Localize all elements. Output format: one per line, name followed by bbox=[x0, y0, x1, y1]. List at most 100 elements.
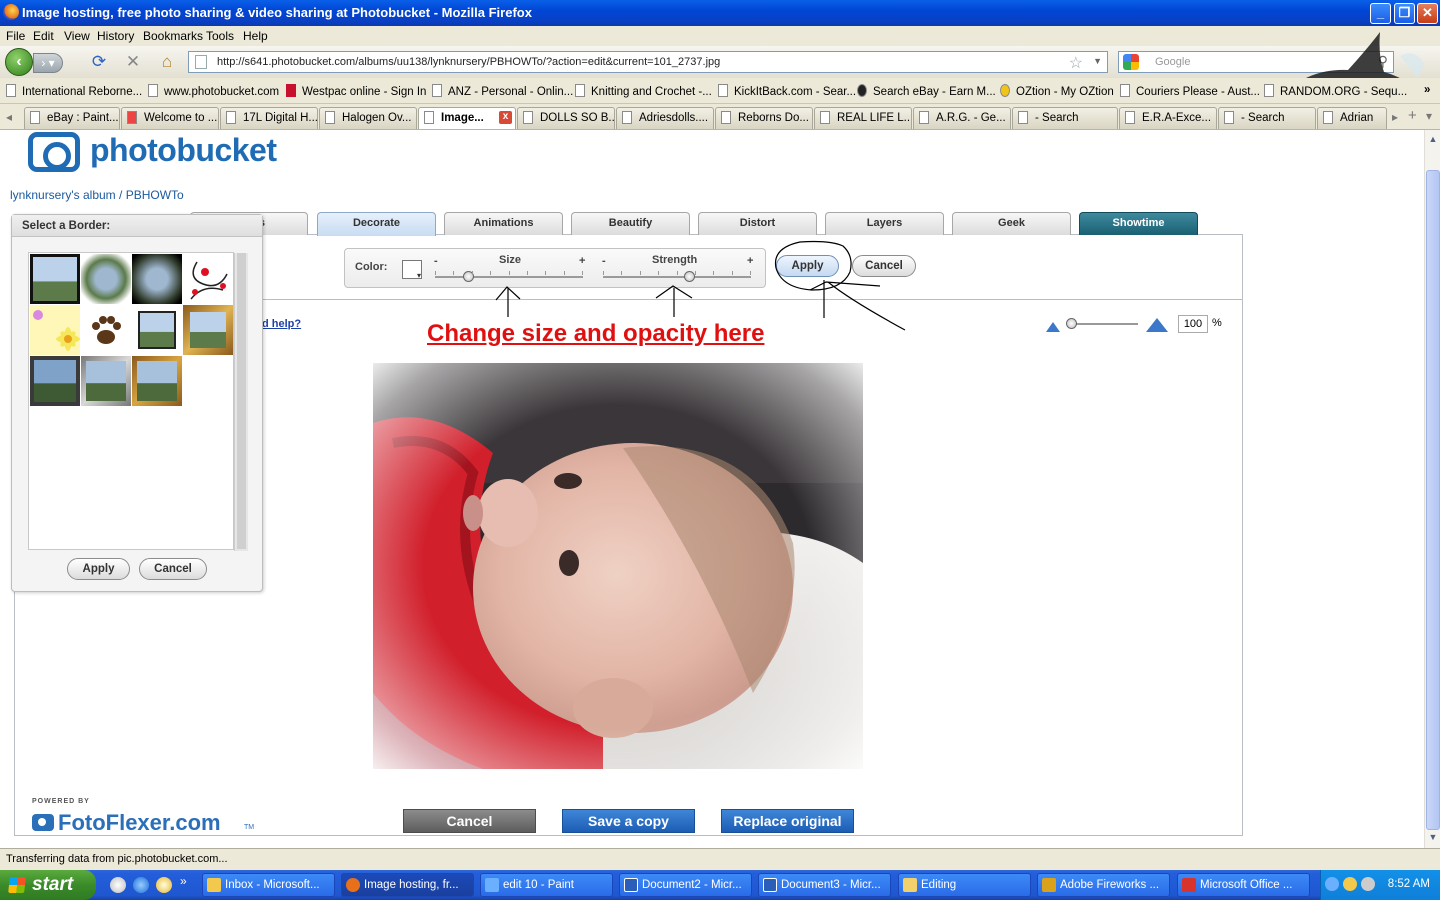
menu-bookmarks[interactable]: Bookmarks bbox=[143, 29, 203, 43]
border-option-black-corners[interactable] bbox=[132, 305, 182, 355]
quicklaunch-outlook-icon[interactable] bbox=[156, 877, 172, 893]
browser-tab[interactable]: 17L Digital H... bbox=[220, 107, 318, 129]
zoom-slider-track[interactable] bbox=[1068, 323, 1138, 325]
tab-showtime[interactable]: Showtime bbox=[1079, 212, 1198, 235]
tab-distort[interactable]: Distort bbox=[698, 212, 817, 235]
fotoflexer-logo[interactable]: POWERED BY FotoFlexer.com TM bbox=[32, 798, 254, 835]
bookmark-item[interactable]: ANZ - Personal - Onlin... bbox=[432, 84, 573, 98]
border-option-floral-swirl[interactable] bbox=[183, 254, 233, 304]
taskbar-item-fireworks[interactable]: Adobe Fireworks ... bbox=[1037, 873, 1170, 897]
border-option-bronze-frame[interactable] bbox=[132, 356, 182, 406]
menu-tools[interactable]: Tools bbox=[206, 29, 234, 43]
border-option-dark-frame[interactable] bbox=[30, 356, 80, 406]
save-copy-button[interactable]: Save a copy bbox=[562, 809, 695, 833]
restore-button[interactable]: ❐ bbox=[1394, 3, 1415, 24]
browser-tab-active[interactable]: Image... x bbox=[418, 107, 516, 129]
zoom-slider-knob[interactable] bbox=[1066, 318, 1077, 329]
replace-original-button[interactable]: Replace original bbox=[721, 809, 854, 833]
back-button[interactable]: ‹ bbox=[5, 48, 33, 76]
minimize-button[interactable]: _ bbox=[1370, 3, 1391, 24]
close-button[interactable]: ✕ bbox=[1417, 3, 1438, 24]
strength-slider[interactable] bbox=[603, 271, 751, 282]
taskbar-item-paint[interactable]: edit 10 - Paint bbox=[480, 873, 613, 897]
zoom-out-icon[interactable] bbox=[1046, 322, 1060, 332]
bookmark-item[interactable]: KickItBack.com - Sear... bbox=[718, 84, 856, 98]
bookmark-item[interactable]: Couriers Please - Aust... bbox=[1120, 84, 1260, 98]
scrollbar-thumb[interactable] bbox=[1426, 170, 1440, 830]
border-grid-scrollbar[interactable] bbox=[234, 253, 248, 551]
reload-icon[interactable]: ⟳ bbox=[88, 52, 110, 72]
stop-icon[interactable]: ✕ bbox=[122, 52, 144, 72]
tray-volume-icon[interactable] bbox=[1361, 877, 1375, 891]
bookmark-item[interactable]: RANDOM.ORG - Sequ... bbox=[1264, 84, 1407, 98]
need-help-link[interactable]: d help? bbox=[262, 318, 301, 330]
tab-decorate[interactable]: Decorate bbox=[317, 212, 436, 236]
taskbar-item-editing-folder[interactable]: Editing bbox=[898, 873, 1031, 897]
taskbar-item-office[interactable]: Microsoft Office ... bbox=[1177, 873, 1310, 897]
browser-tab[interactable]: REAL LIFE L... bbox=[814, 107, 912, 129]
bookmark-star-icon[interactable]: ☆ bbox=[1069, 53, 1083, 73]
border-panel-apply-button[interactable]: Apply bbox=[67, 558, 130, 580]
quicklaunch-ie-icon[interactable] bbox=[133, 877, 149, 893]
border-option-dark-vignette[interactable] bbox=[132, 254, 182, 304]
taskbar-item-document3[interactable]: Document3 - Micr... bbox=[758, 873, 891, 897]
scroll-down-icon[interactable]: ▼ bbox=[1427, 832, 1439, 844]
apply-border-button[interactable]: Apply bbox=[776, 255, 839, 277]
quicklaunch-desktop-icon[interactable] bbox=[110, 877, 126, 893]
baby-photo-canvas[interactable] bbox=[373, 363, 863, 769]
border-option-black-frame[interactable] bbox=[30, 254, 80, 304]
page-scrollbar[interactable]: ▲ ▼ bbox=[1424, 130, 1440, 848]
start-button[interactable]: start bbox=[0, 870, 96, 900]
home-icon[interactable]: ⌂ bbox=[156, 52, 178, 72]
border-option-paw-print[interactable] bbox=[81, 305, 131, 355]
browser-tab[interactable]: eBay : Paint... bbox=[24, 107, 120, 129]
bookmark-item[interactable]: Knitting and Crochet -... bbox=[575, 84, 712, 98]
browser-tab[interactable]: Adriesdolls.... bbox=[616, 107, 714, 129]
taskbar-item-firefox[interactable]: Image hosting, fr... bbox=[341, 873, 474, 897]
cancel-border-button[interactable]: Cancel bbox=[852, 255, 916, 277]
breadcrumb-folder-link[interactable]: PBHOWTo bbox=[126, 188, 184, 202]
menu-help[interactable]: Help bbox=[243, 29, 268, 43]
tab-list-icon[interactable]: ▾ bbox=[1426, 109, 1432, 123]
tab-beautify[interactable]: Beautify bbox=[571, 212, 690, 235]
tray-expand-icon[interactable] bbox=[1325, 877, 1339, 891]
zoom-in-icon[interactable] bbox=[1146, 318, 1168, 332]
browser-tab[interactable]: - Search bbox=[1012, 107, 1118, 129]
bookmark-item[interactable]: www.photobucket.com bbox=[148, 84, 279, 98]
breadcrumb-album-link[interactable]: lynknursery's album bbox=[10, 188, 116, 202]
menu-file[interactable]: File bbox=[6, 29, 25, 43]
menu-edit[interactable]: Edit bbox=[33, 29, 54, 43]
url-bar[interactable]: http://s641.photobucket.com/albums/uu138… bbox=[188, 51, 1108, 73]
border-option-gold-frame[interactable] bbox=[183, 305, 233, 355]
bookmark-item[interactable]: International Reborne... bbox=[6, 84, 142, 98]
tab-geek[interactable]: Geek bbox=[952, 212, 1071, 235]
quicklaunch-overflow-icon[interactable]: » bbox=[180, 874, 187, 888]
url-dropdown-icon[interactable]: ▼ bbox=[1093, 56, 1102, 66]
browser-tab[interactable]: - Search bbox=[1218, 107, 1316, 129]
browser-tab[interactable]: Halogen Ov... bbox=[319, 107, 417, 129]
new-tab-icon[interactable]: + bbox=[1408, 107, 1417, 124]
menu-history[interactable]: History bbox=[97, 29, 134, 43]
taskbar-item-inbox[interactable]: Inbox - Microsoft... bbox=[202, 873, 335, 897]
border-option-silver-frame[interactable] bbox=[81, 356, 131, 406]
browser-tab[interactable]: Adrian bbox=[1317, 107, 1387, 129]
tray-outlook-icon[interactable] bbox=[1343, 877, 1357, 891]
browser-tab[interactable]: E.R.A-Exce... bbox=[1119, 107, 1217, 129]
border-option-daisy[interactable] bbox=[30, 305, 80, 355]
browser-tab[interactable]: A.R.G. - Ge... bbox=[913, 107, 1011, 129]
forward-button[interactable]: › ▾ bbox=[33, 53, 63, 73]
menu-view[interactable]: View bbox=[64, 29, 90, 43]
bookmark-item[interactable]: OZtion - My OZtion bbox=[1000, 84, 1114, 98]
tab-animations[interactable]: Animations bbox=[444, 212, 563, 235]
color-picker[interactable] bbox=[402, 260, 422, 280]
size-slider[interactable] bbox=[435, 271, 583, 282]
bookmark-item[interactable]: Westpac online - Sign In bbox=[286, 84, 426, 98]
strength-slider-knob[interactable] bbox=[684, 271, 695, 282]
border-option-soft-edge[interactable] bbox=[81, 254, 131, 304]
zoom-value-field[interactable]: 100 bbox=[1178, 315, 1208, 333]
tab-scroll-left-icon[interactable]: ◂ bbox=[6, 110, 12, 124]
browser-tab[interactable]: Reborns Do... bbox=[715, 107, 813, 129]
border-panel-cancel-button[interactable]: Cancel bbox=[139, 558, 207, 580]
tab-layers[interactable]: Layers bbox=[825, 212, 944, 235]
browser-tab[interactable]: Welcome to ... bbox=[121, 107, 219, 129]
